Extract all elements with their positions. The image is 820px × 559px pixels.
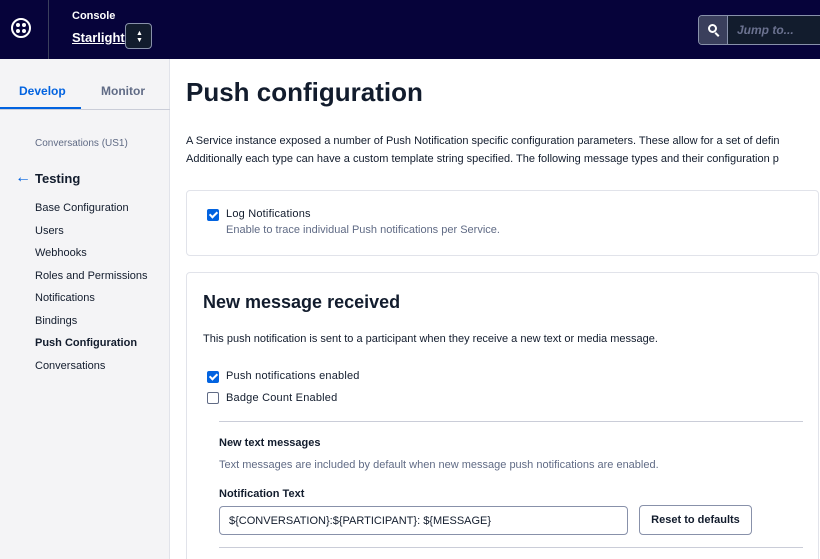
notification-text-input[interactable]	[219, 506, 628, 535]
tabs-divider	[0, 109, 170, 110]
arrow-left-icon[interactable]: ←	[15, 170, 31, 186]
push-enabled-label[interactable]: Push notifications enabled	[226, 370, 360, 382]
chevron-down-icon: ▼	[136, 37, 143, 44]
badge-count-checkbox[interactable]	[207, 392, 219, 404]
main-content: Push configuration A Service instance ex…	[170, 59, 820, 559]
section-divider	[219, 421, 803, 422]
account-switcher-button[interactable]: ▲ ▼	[125, 23, 152, 49]
sidebar-item-roles-and-permissions[interactable]: Roles and Permissions	[35, 268, 165, 284]
badge-count-label[interactable]: Badge Count Enabled	[226, 392, 337, 404]
jump-to-input[interactable]	[737, 23, 820, 37]
sidebar-item-webhooks[interactable]: Webhooks	[35, 245, 165, 261]
intro-line-2: Additionally each type can have a custom…	[186, 153, 779, 165]
sidebar-item-push-configuration[interactable]: Push Configuration	[35, 335, 165, 351]
topbar-divider	[48, 0, 49, 59]
log-notifications-card: Log Notifications Enable to trace indivi…	[186, 190, 819, 256]
intro-text: A Service instance exposed a number of P…	[186, 132, 820, 168]
page-title: Push configuration	[186, 77, 423, 107]
twilio-logo-icon[interactable]	[11, 18, 31, 38]
sidebar-item-users[interactable]: Users	[35, 223, 165, 239]
new-text-messages-title: New text messages	[219, 437, 321, 449]
log-notifications-checkbox[interactable]	[207, 209, 219, 221]
sidebar-section-title[interactable]: Testing	[35, 171, 80, 186]
new-text-messages-help: Text messages are included by default wh…	[219, 459, 659, 471]
service-label: Conversations (US1)	[35, 138, 128, 149]
sidebar-tabs: Develop Monitor	[0, 59, 170, 110]
account-name-link[interactable]: Starlight	[72, 30, 125, 45]
sidebar-item-conversations[interactable]: Conversations	[35, 358, 165, 374]
tab-develop[interactable]: Develop	[19, 84, 66, 98]
chevron-up-icon: ▲	[136, 30, 143, 37]
new-message-card: New message received This push notificat…	[186, 272, 819, 559]
section-divider-bottom	[219, 547, 803, 548]
reset-to-defaults-button[interactable]: Reset to defaults	[639, 505, 752, 535]
sidebar-item-bindings[interactable]: Bindings	[35, 313, 165, 329]
jump-to-search[interactable]	[698, 15, 820, 45]
push-enabled-checkbox[interactable]	[207, 371, 219, 383]
tab-monitor[interactable]: Monitor	[101, 84, 145, 98]
intro-line-1: A Service instance exposed a number of P…	[186, 135, 780, 147]
sidebar: Develop Monitor Conversations (US1) ← Te…	[0, 59, 170, 559]
log-notifications-label[interactable]: Log Notifications	[226, 208, 311, 220]
log-notifications-help: Enable to trace individual Push notifica…	[226, 224, 500, 236]
new-message-title: New message received	[203, 292, 401, 312]
sidebar-item-base-configuration[interactable]: Base Configuration	[35, 200, 165, 216]
top-bar: Console Starlight ▲ ▼	[0, 0, 820, 59]
console-label: Console	[72, 10, 116, 22]
sidebar-nav: Base Configuration Users Webhooks Roles …	[35, 200, 165, 380]
search-icon[interactable]	[699, 16, 728, 44]
sidebar-item-notifications[interactable]: Notifications	[35, 290, 165, 306]
notification-text-label: Notification Text	[219, 488, 305, 500]
new-message-description: This push notification is sent to a part…	[203, 333, 658, 345]
